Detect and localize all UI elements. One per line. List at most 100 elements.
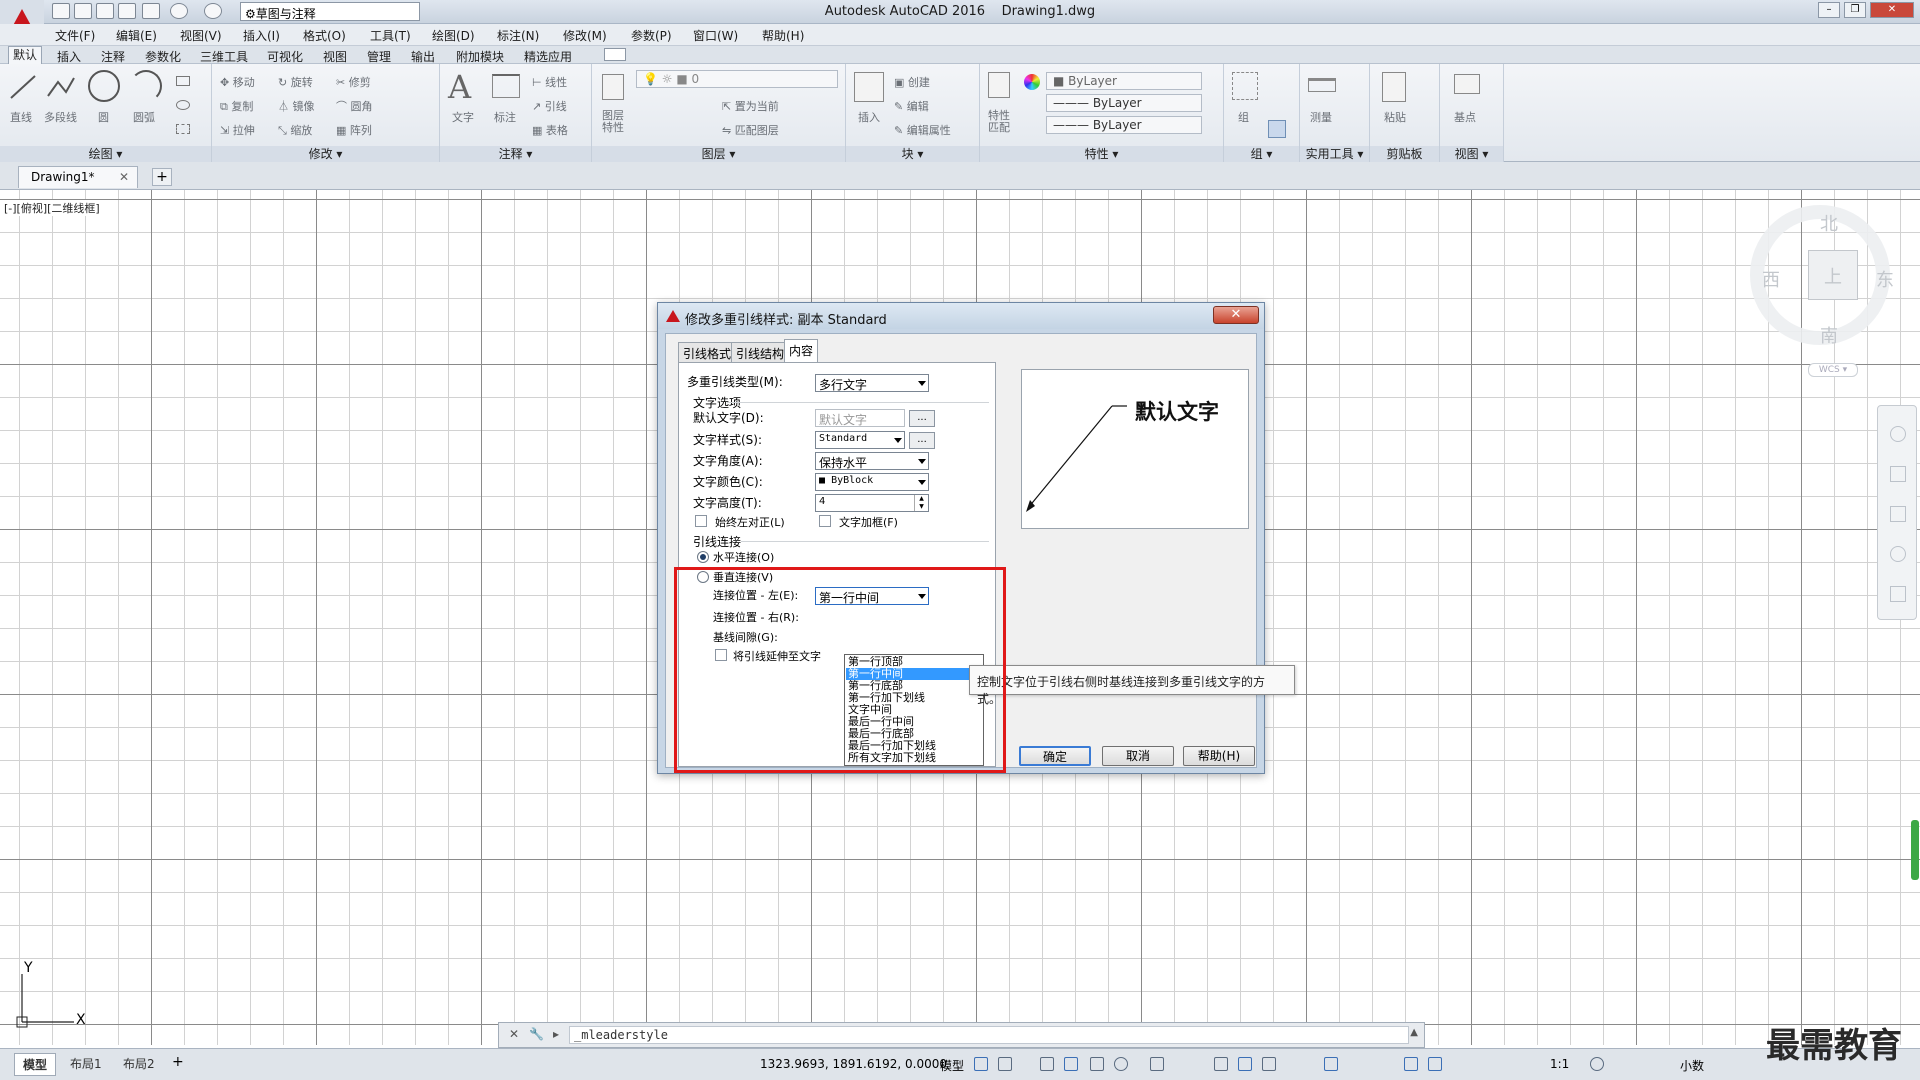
transparency-icon[interactable] — [1238, 1057, 1252, 1071]
insert-block-icon[interactable] — [854, 72, 884, 102]
match-properties-icon[interactable] — [988, 72, 1010, 98]
panel-block-title[interactable]: 块 ▾ — [846, 146, 979, 162]
rectangle-icon[interactable] — [176, 76, 190, 86]
color-dropdown[interactable]: ■ ByLayer — [1046, 72, 1202, 90]
annotation-visibility-icon[interactable] — [1404, 1057, 1418, 1071]
new-tab-button[interactable]: + — [152, 168, 172, 186]
snap-icon[interactable] — [998, 1057, 1012, 1071]
panel-layers-title[interactable]: 图层 ▾ — [592, 146, 845, 162]
viewcube-north[interactable]: 北 — [1820, 210, 1838, 236]
layout-tab-model[interactable]: 模型 — [14, 1053, 57, 1076]
tab-content[interactable]: 内容 — [784, 339, 819, 363]
text-angle-select[interactable]: 保持水平 — [815, 452, 929, 470]
dimension-icon[interactable] — [492, 74, 520, 98]
ribbon-tab-annotate[interactable]: 注释 — [101, 48, 125, 65]
customize-wrench-icon[interactable]: 🔧 — [529, 1027, 544, 1041]
text-style-select[interactable]: Standard — [815, 431, 905, 449]
menu-draw[interactable]: 绘图(D) — [432, 27, 475, 44]
menu-modify[interactable]: 修改(M) — [563, 27, 607, 44]
auto-scale-icon[interactable] — [1428, 1057, 1442, 1071]
showmotion-icon[interactable] — [1890, 586, 1906, 602]
new-file-icon[interactable] — [52, 3, 70, 19]
ribbon-tab-output[interactable]: 输出 — [411, 48, 435, 65]
wcs-menu[interactable]: WCS ▾ — [1808, 363, 1858, 377]
zoom-icon[interactable] — [1890, 506, 1906, 522]
default-text-browse-button[interactable]: ... — [909, 410, 935, 427]
always-left-justify-checkbox[interactable] — [695, 515, 707, 527]
annotation-scale[interactable]: 1:1 — [1550, 1057, 1569, 1071]
menu-insert[interactable]: 插入(I) — [243, 27, 280, 44]
tool-fillet[interactable]: ⌒ 圆角 — [336, 98, 373, 114]
panel-draw-title[interactable]: 绘图 ▾ — [0, 146, 211, 162]
save-icon[interactable] — [96, 3, 114, 19]
coordinates-readout[interactable]: 1323.9693, 1891.6192, 0.0000 — [760, 1057, 947, 1071]
panel-utilities-title[interactable]: 实用工具 ▾ — [1300, 146, 1369, 162]
base-point-icon[interactable] — [1454, 74, 1480, 94]
selection-cycling-icon[interactable] — [1262, 1057, 1276, 1071]
menu-tools[interactable]: 工具(T) — [370, 27, 411, 44]
close-tab-icon[interactable]: ✕ — [119, 170, 129, 184]
steering-wheel-icon[interactable] — [1890, 426, 1906, 442]
polyline-icon[interactable] — [46, 72, 76, 102]
close-window-button[interactable]: ✕ — [1870, 2, 1914, 18]
viewcube-top-face[interactable]: 上 — [1808, 250, 1858, 300]
cancel-button[interactable]: 取消 — [1102, 746, 1174, 766]
ok-button[interactable]: 确定 — [1019, 746, 1091, 766]
units-selector[interactable]: 小数 — [1680, 1057, 1704, 1074]
command-input[interactable]: _mleaderstyle — [569, 1026, 1409, 1044]
ribbon-tab-insert[interactable]: 插入 — [57, 48, 81, 65]
viewcube-south[interactable]: 南 — [1820, 322, 1838, 348]
text-icon[interactable]: A — [448, 68, 471, 106]
ribbon-minimize-icon[interactable] — [604, 48, 626, 61]
panel-modify-title[interactable]: 修改 ▾ — [212, 146, 439, 162]
tool-move[interactable]: ✥ 移动 — [220, 74, 255, 90]
color-wheel-icon[interactable] — [1024, 74, 1040, 90]
ribbon-tab-featured-apps[interactable]: 精选应用 — [524, 48, 572, 65]
redo-icon[interactable] — [204, 3, 222, 19]
model-space-toggle[interactable]: 模型 — [940, 1057, 964, 1074]
frame-text-checkbox[interactable] — [819, 515, 831, 527]
tool-create-block[interactable]: ▣ 创建 — [894, 74, 930, 90]
ribbon-tab-visualize[interactable]: 可视化 — [267, 48, 303, 65]
tool-leader[interactable]: ↗ 引线 — [532, 98, 567, 114]
print-icon[interactable] — [142, 3, 160, 19]
pan-icon[interactable] — [1890, 466, 1906, 482]
leader-type-select[interactable]: 多行文字 — [815, 374, 929, 392]
default-text-field[interactable]: 默认文字 — [815, 409, 905, 427]
ribbon-tab-manage[interactable]: 管理 — [367, 48, 391, 65]
workspace-gear-icon[interactable] — [1590, 1057, 1604, 1071]
measure-icon[interactable] — [1308, 78, 1336, 92]
drawing-tab[interactable]: Drawing1* ✕ — [18, 166, 138, 188]
polar-tracking-icon[interactable] — [1064, 1057, 1078, 1071]
text-color-select[interactable]: ■ ByBlock — [815, 473, 929, 491]
tool-mirror[interactable]: ⏃ 镜像 — [278, 98, 315, 114]
ribbon-tab-3d-tools[interactable]: 三维工具 — [200, 48, 248, 65]
object-snap-tracking-icon[interactable] — [1114, 1057, 1128, 1071]
menu-format[interactable]: 格式(O) — [303, 27, 346, 44]
paste-icon[interactable] — [1382, 72, 1406, 102]
tool-edit-block[interactable]: ✎ 编辑 — [894, 98, 929, 114]
layer-properties-icon[interactable] — [602, 74, 624, 100]
grid-icon[interactable] — [974, 1057, 988, 1071]
panel-properties-title[interactable]: 特性 ▾ — [980, 146, 1223, 162]
orbit-icon[interactable] — [1890, 546, 1906, 562]
ribbon-tab-parametric[interactable]: 参数化 — [145, 48, 181, 65]
menu-parametric[interactable]: 参数(P) — [631, 27, 672, 44]
tool-array[interactable]: ▦ 阵列 — [336, 122, 372, 138]
tool-scale[interactable]: ⤡ 缩放 — [278, 122, 312, 138]
text-height-spinner[interactable]: 4 ▲ ▼ — [815, 494, 929, 512]
scroll-indicator[interactable] — [1911, 820, 1919, 880]
group-selection-icon[interactable] — [1268, 120, 1286, 138]
layout-tab-layout2[interactable]: 布局2 — [115, 1053, 163, 1074]
tool-stretch[interactable]: ⇲ 拉伸 — [220, 122, 255, 138]
menu-edit[interactable]: 编辑(E) — [116, 27, 157, 44]
menu-file[interactable]: 文件(F) — [55, 27, 95, 44]
circle-icon[interactable] — [88, 70, 120, 102]
tool-trim[interactable]: ✂ 修剪 — [336, 74, 371, 90]
lineweight-icon[interactable] — [1214, 1057, 1228, 1071]
tool-linear[interactable]: ⊢ 线性 — [532, 74, 567, 90]
dialog-title-bar[interactable]: 修改多重引线样式: 副本 Standard ✕ — [658, 303, 1264, 329]
text-style-browse-button[interactable]: ... — [909, 432, 935, 449]
ribbon-tab-view[interactable]: 视图 — [323, 48, 347, 65]
layout-tab-layout1[interactable]: 布局1 — [62, 1053, 110, 1074]
